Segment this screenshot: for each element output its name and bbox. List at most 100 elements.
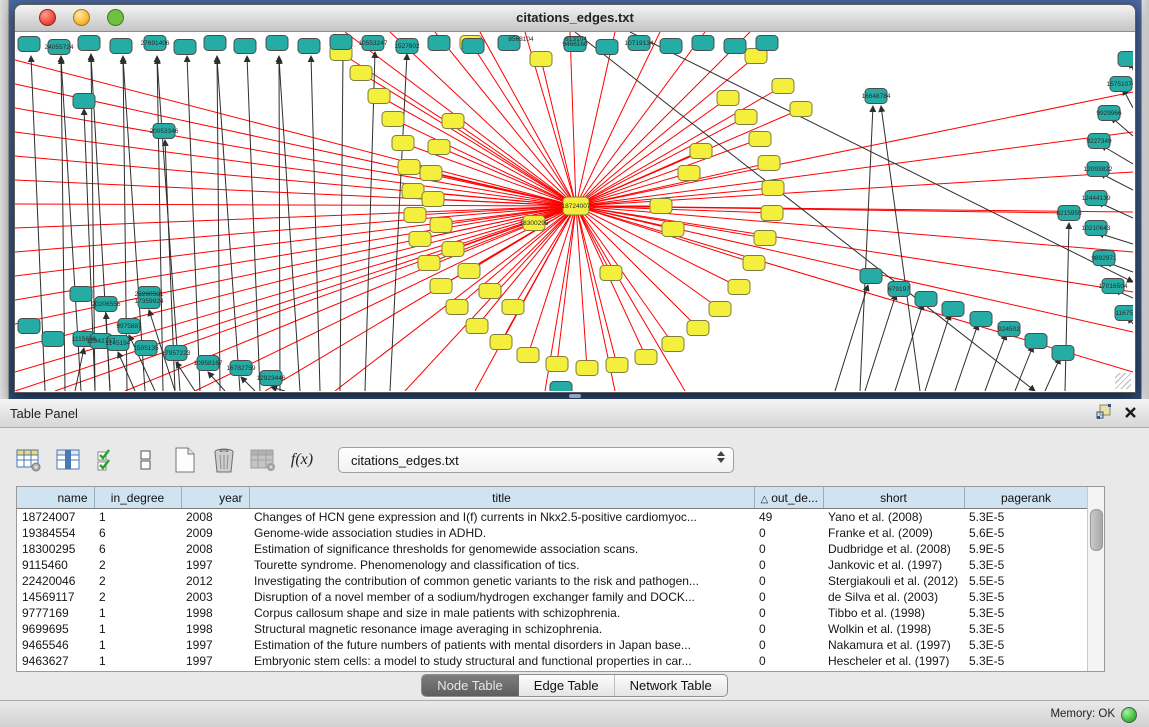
graph-node[interactable] [662, 337, 684, 352]
graph-node[interactable] [635, 350, 657, 365]
graph-edge[interactable] [279, 56, 280, 391]
column-header-out-degree[interactable]: △out_de... [754, 487, 823, 509]
table-row[interactable]: 1938455462009Genome-wide association stu… [17, 525, 1088, 541]
graph-node[interactable] [42, 332, 64, 347]
table-row[interactable]: 946554611997Estimation of the future num… [17, 637, 1088, 653]
window-titlebar[interactable]: citations_edges.txt [15, 5, 1135, 32]
graph-edge[interactable] [576, 56, 756, 206]
graph-node[interactable] [18, 319, 40, 334]
graph-node[interactable] [490, 335, 512, 350]
graph-edge[interactable] [340, 54, 343, 391]
graph-edge[interactable] [925, 314, 950, 391]
table-row[interactable]: 1456911722003Disruption of a novel membe… [17, 589, 1088, 605]
tab-edge-table[interactable]: Edge Table [519, 675, 615, 696]
graph-edge[interactable] [217, 56, 220, 391]
network-canvas[interactable]: 1830029524055724276914061055324715276029… [15, 32, 1133, 391]
graph-node[interactable] [1118, 52, 1133, 67]
graph-node[interactable] [1052, 346, 1074, 361]
table-selector-dropdown[interactable]: citations_edges.txt [338, 447, 734, 473]
graph-node[interactable] [428, 36, 450, 51]
graph-node[interactable] [402, 184, 424, 199]
graph-node[interactable] [743, 256, 765, 271]
graph-node[interactable] [234, 39, 256, 54]
graph-node[interactable] [762, 181, 784, 196]
graph-edge[interactable] [341, 53, 576, 206]
graph-node[interactable] [662, 222, 684, 237]
tab-node-table[interactable]: Node Table [422, 675, 519, 696]
graph-node[interactable] [398, 160, 420, 175]
graph-node[interactable] [758, 156, 780, 171]
graph-node[interactable] [479, 284, 501, 299]
graph-node[interactable] [756, 36, 778, 51]
column-header-in-degree[interactable]: in_degree [94, 487, 181, 509]
graph-node[interactable] [915, 292, 937, 307]
close-panel-icon[interactable] [1124, 406, 1137, 424]
graph-edge[interactable] [15, 206, 576, 252]
graph-edge[interactable] [390, 54, 407, 391]
graph-edge[interactable] [865, 294, 896, 391]
graph-node[interactable] [550, 382, 572, 392]
graph-edge[interactable] [570, 32, 576, 206]
graph-node[interactable] [749, 132, 771, 147]
graph-edge[interactable] [576, 206, 646, 357]
graph-node[interactable] [761, 206, 783, 221]
graph-node[interactable] [18, 37, 40, 52]
graph-node[interactable] [330, 35, 352, 50]
graph-edge[interactable] [311, 56, 320, 391]
table-row[interactable]: 969969511998Structural magnetic resonanc… [17, 621, 1088, 637]
column-settings-button[interactable] [14, 445, 44, 475]
table-row[interactable]: 977716911998Corpus callosum shape and si… [17, 605, 1088, 621]
graph-node[interactable] [530, 52, 552, 67]
graph-node[interactable] [728, 280, 750, 295]
graph-node[interactable] [724, 39, 746, 54]
graph-edge[interactable] [208, 372, 225, 391]
column-header-name[interactable]: name [17, 487, 94, 509]
graph-edge[interactable] [217, 58, 240, 391]
function-builder-button[interactable]: f(x) [287, 445, 317, 475]
graph-node[interactable] [442, 114, 464, 129]
window-resize-grip[interactable] [1115, 373, 1131, 389]
graph-node[interactable] [409, 232, 431, 247]
graph-node[interactable] [420, 166, 442, 181]
graph-node[interactable] [404, 208, 426, 223]
graph-edge[interactable] [453, 121, 576, 206]
graph-node[interactable] [382, 112, 404, 127]
select-all-checkmarks-button[interactable] [92, 445, 122, 475]
graph-edge[interactable] [576, 206, 720, 309]
graph-node[interactable] [860, 269, 882, 284]
tab-network-table[interactable]: Network Table [615, 675, 727, 696]
column-header-title[interactable]: title [249, 487, 754, 509]
graph-node[interactable] [754, 231, 776, 246]
graph-node[interactable] [392, 136, 414, 151]
graph-node[interactable] [678, 166, 700, 181]
graph-node[interactable] [517, 348, 539, 363]
citation-network-graph[interactable]: 1830029524055724276914061055324715276029… [15, 32, 1133, 391]
graph-edge[interactable] [241, 377, 255, 391]
unselect-rows-button[interactable] [131, 445, 161, 475]
graph-node[interactable] [350, 66, 372, 81]
delete-rows-trash-button[interactable] [209, 445, 239, 475]
graph-node[interactable] [970, 312, 992, 327]
graph-edge[interactable] [985, 334, 1006, 391]
delete-table-button-disabled[interactable] [248, 445, 278, 475]
graph-node[interactable] [266, 36, 288, 51]
graph-node[interactable] [298, 39, 320, 54]
float-panel-icon[interactable] [1096, 404, 1112, 425]
panel-splitter-handle[interactable] [569, 394, 581, 398]
graph-node[interactable] [442, 242, 464, 257]
graph-node[interactable] [692, 36, 714, 51]
graph-node[interactable] [690, 144, 712, 159]
graph-node[interactable] [70, 287, 92, 302]
column-header-year[interactable]: year [181, 487, 249, 509]
graph-node[interactable] [942, 302, 964, 317]
graph-node[interactable] [650, 199, 672, 214]
graph-node[interactable] [717, 91, 739, 106]
graph-node[interactable] [1025, 334, 1047, 349]
graph-node[interactable] [576, 361, 598, 376]
graph-node[interactable] [660, 39, 682, 54]
graph-node[interactable] [368, 89, 390, 104]
graph-edge[interactable] [1015, 346, 1033, 391]
table-row[interactable]: 911546021997Tourette syndrome. Phenomeno… [17, 557, 1088, 573]
graph-node[interactable] [430, 279, 452, 294]
graph-node[interactable] [428, 140, 450, 155]
